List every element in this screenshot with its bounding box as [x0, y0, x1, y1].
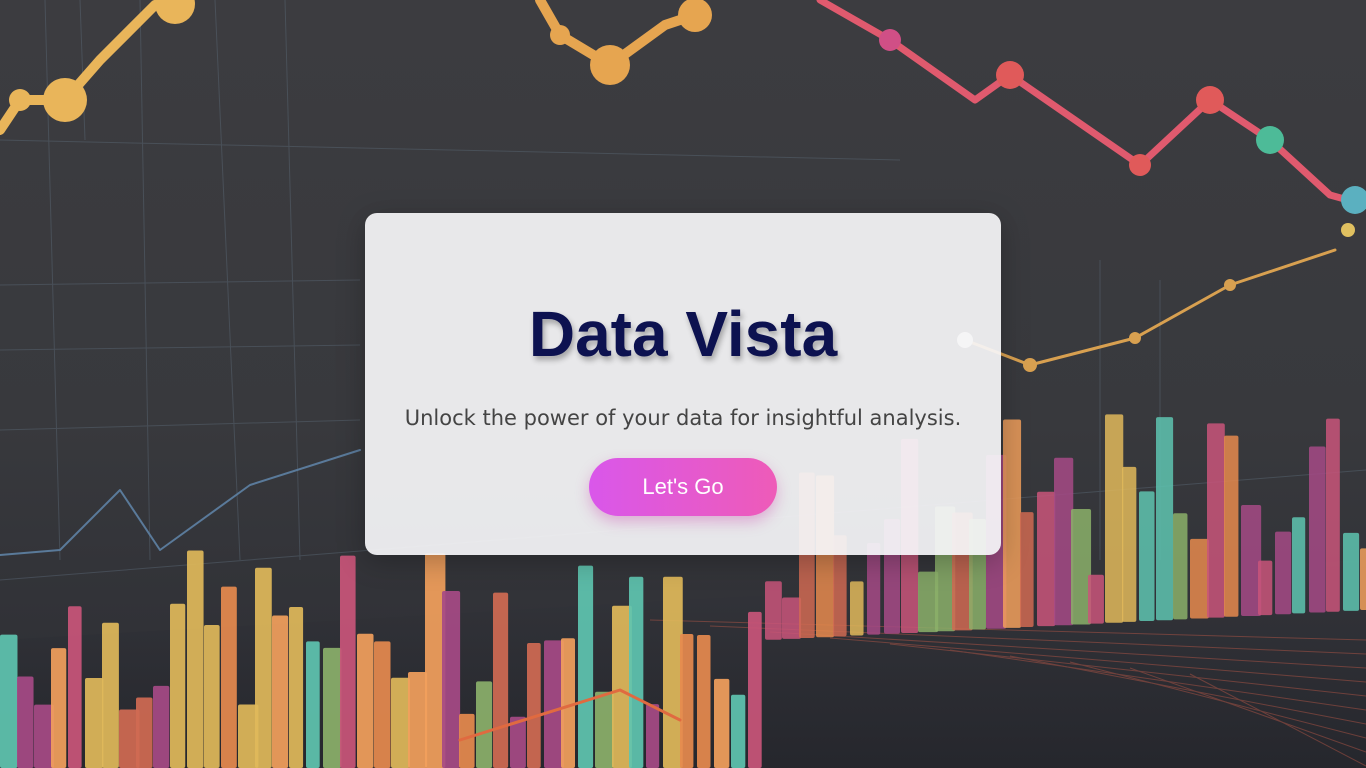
background-bar	[221, 586, 237, 768]
background-bar	[748, 611, 762, 768]
background-bar	[153, 685, 170, 768]
background-bar	[255, 567, 272, 768]
background-bar	[374, 641, 391, 768]
app-tagline: Unlock the power of your data for insigh…	[404, 406, 962, 430]
background-bar	[493, 592, 509, 768]
background-bar	[1122, 466, 1137, 622]
background-bar	[663, 576, 683, 768]
background-bar	[629, 576, 644, 768]
background-bar	[1139, 491, 1155, 622]
background-bar	[68, 606, 82, 768]
background-bar	[527, 643, 541, 768]
background-bar	[136, 697, 153, 768]
background-data-point	[1224, 279, 1236, 291]
background-bar	[1207, 423, 1225, 618]
background-bar	[782, 597, 802, 639]
app-title: Data Vista	[528, 298, 838, 370]
background-bar	[1105, 414, 1124, 623]
background-bar	[1003, 419, 1022, 628]
background-bar	[680, 634, 694, 768]
hero-card: Data Vista Unlock the power of your data…	[365, 213, 1001, 555]
background-bar	[391, 677, 410, 768]
background-bar	[357, 633, 374, 768]
background-bar	[170, 603, 186, 768]
background-bar	[1343, 532, 1360, 611]
background-bar	[731, 694, 746, 768]
background-data-point	[1129, 332, 1141, 344]
background-bar	[578, 565, 594, 768]
background-bar	[867, 542, 881, 635]
background-bar	[442, 590, 461, 768]
background-bar	[1292, 517, 1306, 614]
background-data-point	[1256, 126, 1284, 154]
background-bar	[1156, 417, 1174, 621]
background-bar	[323, 647, 342, 768]
background-bar	[187, 550, 204, 768]
background-bar	[272, 615, 289, 768]
background-bar	[595, 691, 614, 768]
background-data-point	[996, 61, 1024, 89]
background-data-point	[1129, 154, 1151, 176]
background-data-point	[879, 29, 901, 51]
background-bar	[646, 704, 660, 768]
background-bar	[85, 678, 104, 768]
background-bar	[714, 678, 730, 768]
background-bar	[1275, 531, 1292, 615]
background-bar	[697, 634, 711, 768]
background-bar	[306, 641, 320, 768]
background-bar	[1224, 435, 1239, 617]
background-bar	[17, 676, 34, 768]
background-bar	[850, 581, 864, 636]
background-bar	[408, 672, 428, 768]
background-bar	[476, 681, 493, 768]
background-bar	[765, 581, 782, 640]
background-bar	[0, 634, 18, 768]
background-bar	[204, 625, 220, 768]
background-bar	[561, 638, 576, 768]
background-bar	[1326, 418, 1340, 612]
background-bar	[612, 605, 632, 768]
background-bar	[102, 622, 119, 768]
background-data-point	[1196, 86, 1224, 114]
background-bar	[1037, 491, 1056, 627]
lets-go-button[interactable]: Let's Go	[589, 458, 777, 516]
background-bar	[289, 607, 304, 768]
background-data-point	[9, 89, 31, 111]
background-data-point	[1341, 223, 1355, 237]
background-data-point	[43, 78, 87, 122]
background-data-point	[590, 45, 630, 85]
background-bar	[1309, 446, 1326, 613]
background-bar	[340, 555, 356, 768]
background-bar	[1360, 548, 1366, 610]
background-bar	[544, 640, 564, 768]
background-bar	[1054, 457, 1074, 626]
background-bar	[1020, 512, 1034, 627]
background-bar	[1258, 560, 1273, 616]
background-bar	[1088, 574, 1104, 624]
background-bar	[1190, 538, 1209, 619]
background-data-point	[550, 25, 570, 45]
background-bar	[1173, 513, 1188, 620]
landing-page: Data Vista Unlock the power of your data…	[0, 0, 1366, 768]
background-data-point	[1023, 358, 1037, 372]
background-bar	[51, 648, 67, 768]
